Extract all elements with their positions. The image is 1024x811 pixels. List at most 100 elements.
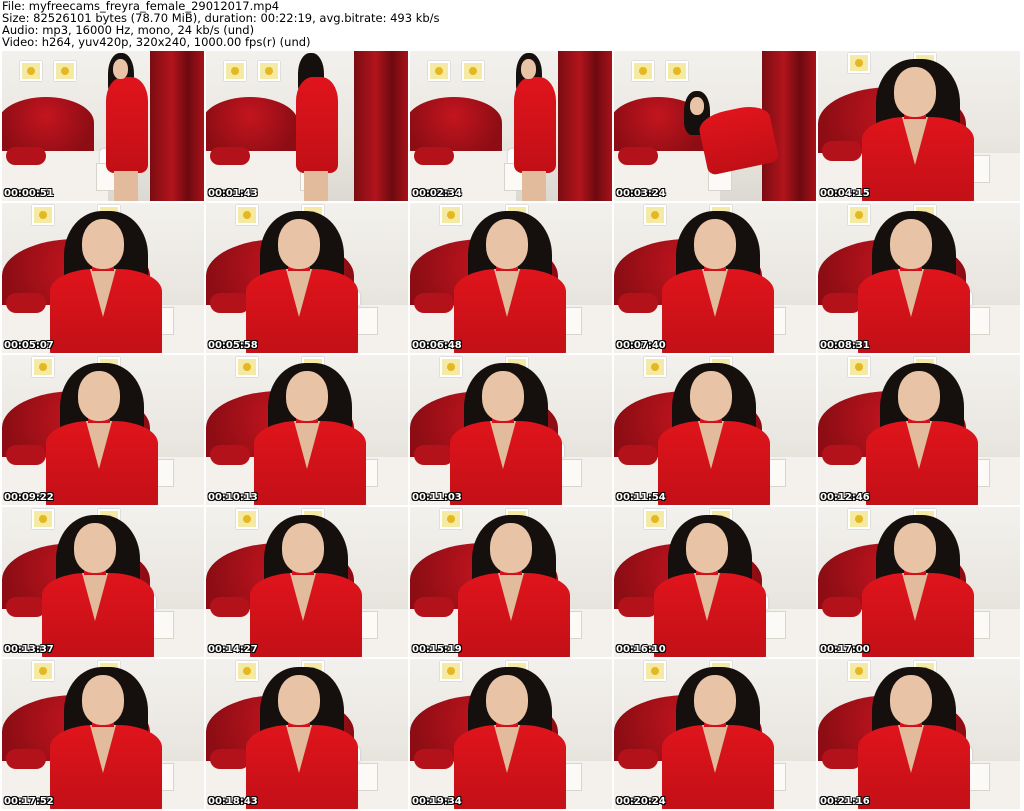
video-thumbnail[interactable]: 00:14:27 (206, 507, 408, 657)
face (113, 59, 128, 79)
person (818, 507, 1020, 657)
timestamp-label: 00:05:07 (4, 340, 54, 351)
legs (522, 171, 546, 201)
person (2, 659, 204, 809)
timestamp-label: 00:05:58 (208, 340, 258, 351)
timestamp-label: 00:12:46 (820, 492, 870, 503)
face (690, 371, 732, 421)
face (278, 219, 320, 269)
person (2, 51, 204, 201)
timestamp-label: 00:10:13 (208, 492, 258, 503)
person (2, 507, 204, 657)
timestamp-label: 00:15:19 (412, 644, 462, 655)
face (521, 59, 536, 79)
face (890, 219, 932, 269)
video-thumbnail[interactable]: 00:08:31 (818, 203, 1020, 353)
face (74, 523, 116, 573)
timestamp-label: 00:13:37 (4, 644, 54, 655)
face (278, 675, 320, 725)
video-thumbnail[interactable]: 00:04:15 (818, 51, 1020, 201)
person (2, 355, 204, 505)
video-thumbnail[interactable]: 00:05:07 (2, 203, 204, 353)
video-thumbnail[interactable]: 00:10:13 (206, 355, 408, 505)
timestamp-label: 00:19:34 (412, 796, 462, 807)
person (614, 659, 816, 809)
timestamp-label: 00:06:48 (412, 340, 462, 351)
timestamp-label: 00:18:43 (208, 796, 258, 807)
video-thumbnail[interactable]: 00:02:34 (410, 51, 612, 201)
face (694, 675, 736, 725)
face (894, 523, 936, 573)
person (2, 203, 204, 353)
person (206, 355, 408, 505)
face (482, 371, 524, 421)
face (78, 371, 120, 421)
video-thumbnail[interactable]: 00:19:34 (410, 659, 612, 809)
timestamp-label: 00:08:31 (820, 340, 870, 351)
person (614, 203, 816, 353)
person (614, 355, 816, 505)
red-dress (514, 77, 556, 173)
person (410, 203, 612, 353)
person (818, 659, 1020, 809)
face (694, 219, 736, 269)
person (818, 203, 1020, 353)
person (410, 659, 612, 809)
video-thumbnail[interactable]: 00:17:00 (818, 507, 1020, 657)
timestamp-label: 00:01:43 (208, 188, 258, 199)
person (206, 203, 408, 353)
timestamp-label: 00:17:52 (4, 796, 54, 807)
file-info-header: File: myfreecams_freyra_female_29012017.… (2, 0, 1022, 50)
video-thumbnail[interactable]: 00:21:16 (818, 659, 1020, 809)
video-thumbnail[interactable]: 00:01:43 (206, 51, 408, 201)
timestamp-label: 00:14:27 (208, 644, 258, 655)
person (614, 507, 816, 657)
timestamp-label: 00:07:40 (616, 340, 666, 351)
video-thumbnail[interactable]: 00:17:52 (2, 659, 204, 809)
video-thumbnail[interactable]: 00:15:19 (410, 507, 612, 657)
face (890, 675, 932, 725)
legs (304, 171, 328, 201)
person (614, 51, 816, 201)
timestamp-label: 00:16:10 (616, 644, 666, 655)
thumbnail-grid: 00:00:51 00:01:43 00:02:34 00:03:24 00:04:15… (2, 51, 1020, 809)
timestamp-label: 00:20:24 (616, 796, 666, 807)
face (490, 523, 532, 573)
timestamp-label: 00:09:22 (4, 492, 54, 503)
person (206, 51, 408, 201)
video-thumbnail[interactable]: 00:13:37 (2, 507, 204, 657)
person (410, 507, 612, 657)
timestamp-label: 00:11:03 (412, 492, 462, 503)
video-thumbnail[interactable]: 00:16:10 (614, 507, 816, 657)
timestamp-label: 00:17:00 (820, 644, 870, 655)
video-thumbnail[interactable]: 00:18:43 (206, 659, 408, 809)
video-thumbnail[interactable]: 00:05:58 (206, 203, 408, 353)
timestamp-label: 00:02:34 (412, 188, 462, 199)
timestamp-label: 00:04:15 (820, 188, 870, 199)
face (286, 371, 328, 421)
video-thumbnail[interactable]: 00:00:51 (2, 51, 204, 201)
face (894, 67, 936, 117)
face (486, 675, 528, 725)
face (82, 675, 124, 725)
video-thumbnail[interactable]: 00:09:22 (2, 355, 204, 505)
face (898, 371, 940, 421)
video-thumbnail[interactable]: 00:20:24 (614, 659, 816, 809)
video-thumbnail[interactable]: 00:11:03 (410, 355, 612, 505)
video-thumbnail[interactable]: 00:06:48 (410, 203, 612, 353)
video-thumbnail[interactable]: 00:07:40 (614, 203, 816, 353)
face (690, 97, 704, 115)
face (486, 219, 528, 269)
timestamp-label: 00:00:51 (4, 188, 54, 199)
video-thumbnail[interactable]: 00:03:24 (614, 51, 816, 201)
video-info: Video: h264, yuv420p, 320x240, 1000.00 f… (2, 35, 311, 49)
video-thumbnail[interactable]: 00:11:54 (614, 355, 816, 505)
red-dress (106, 77, 148, 173)
red-dress (296, 77, 338, 173)
person (818, 355, 1020, 505)
face (686, 523, 728, 573)
video-thumbnail[interactable]: 00:12:46 (818, 355, 1020, 505)
timestamp-label: 00:21:16 (820, 796, 870, 807)
person (410, 355, 612, 505)
person (410, 51, 612, 201)
